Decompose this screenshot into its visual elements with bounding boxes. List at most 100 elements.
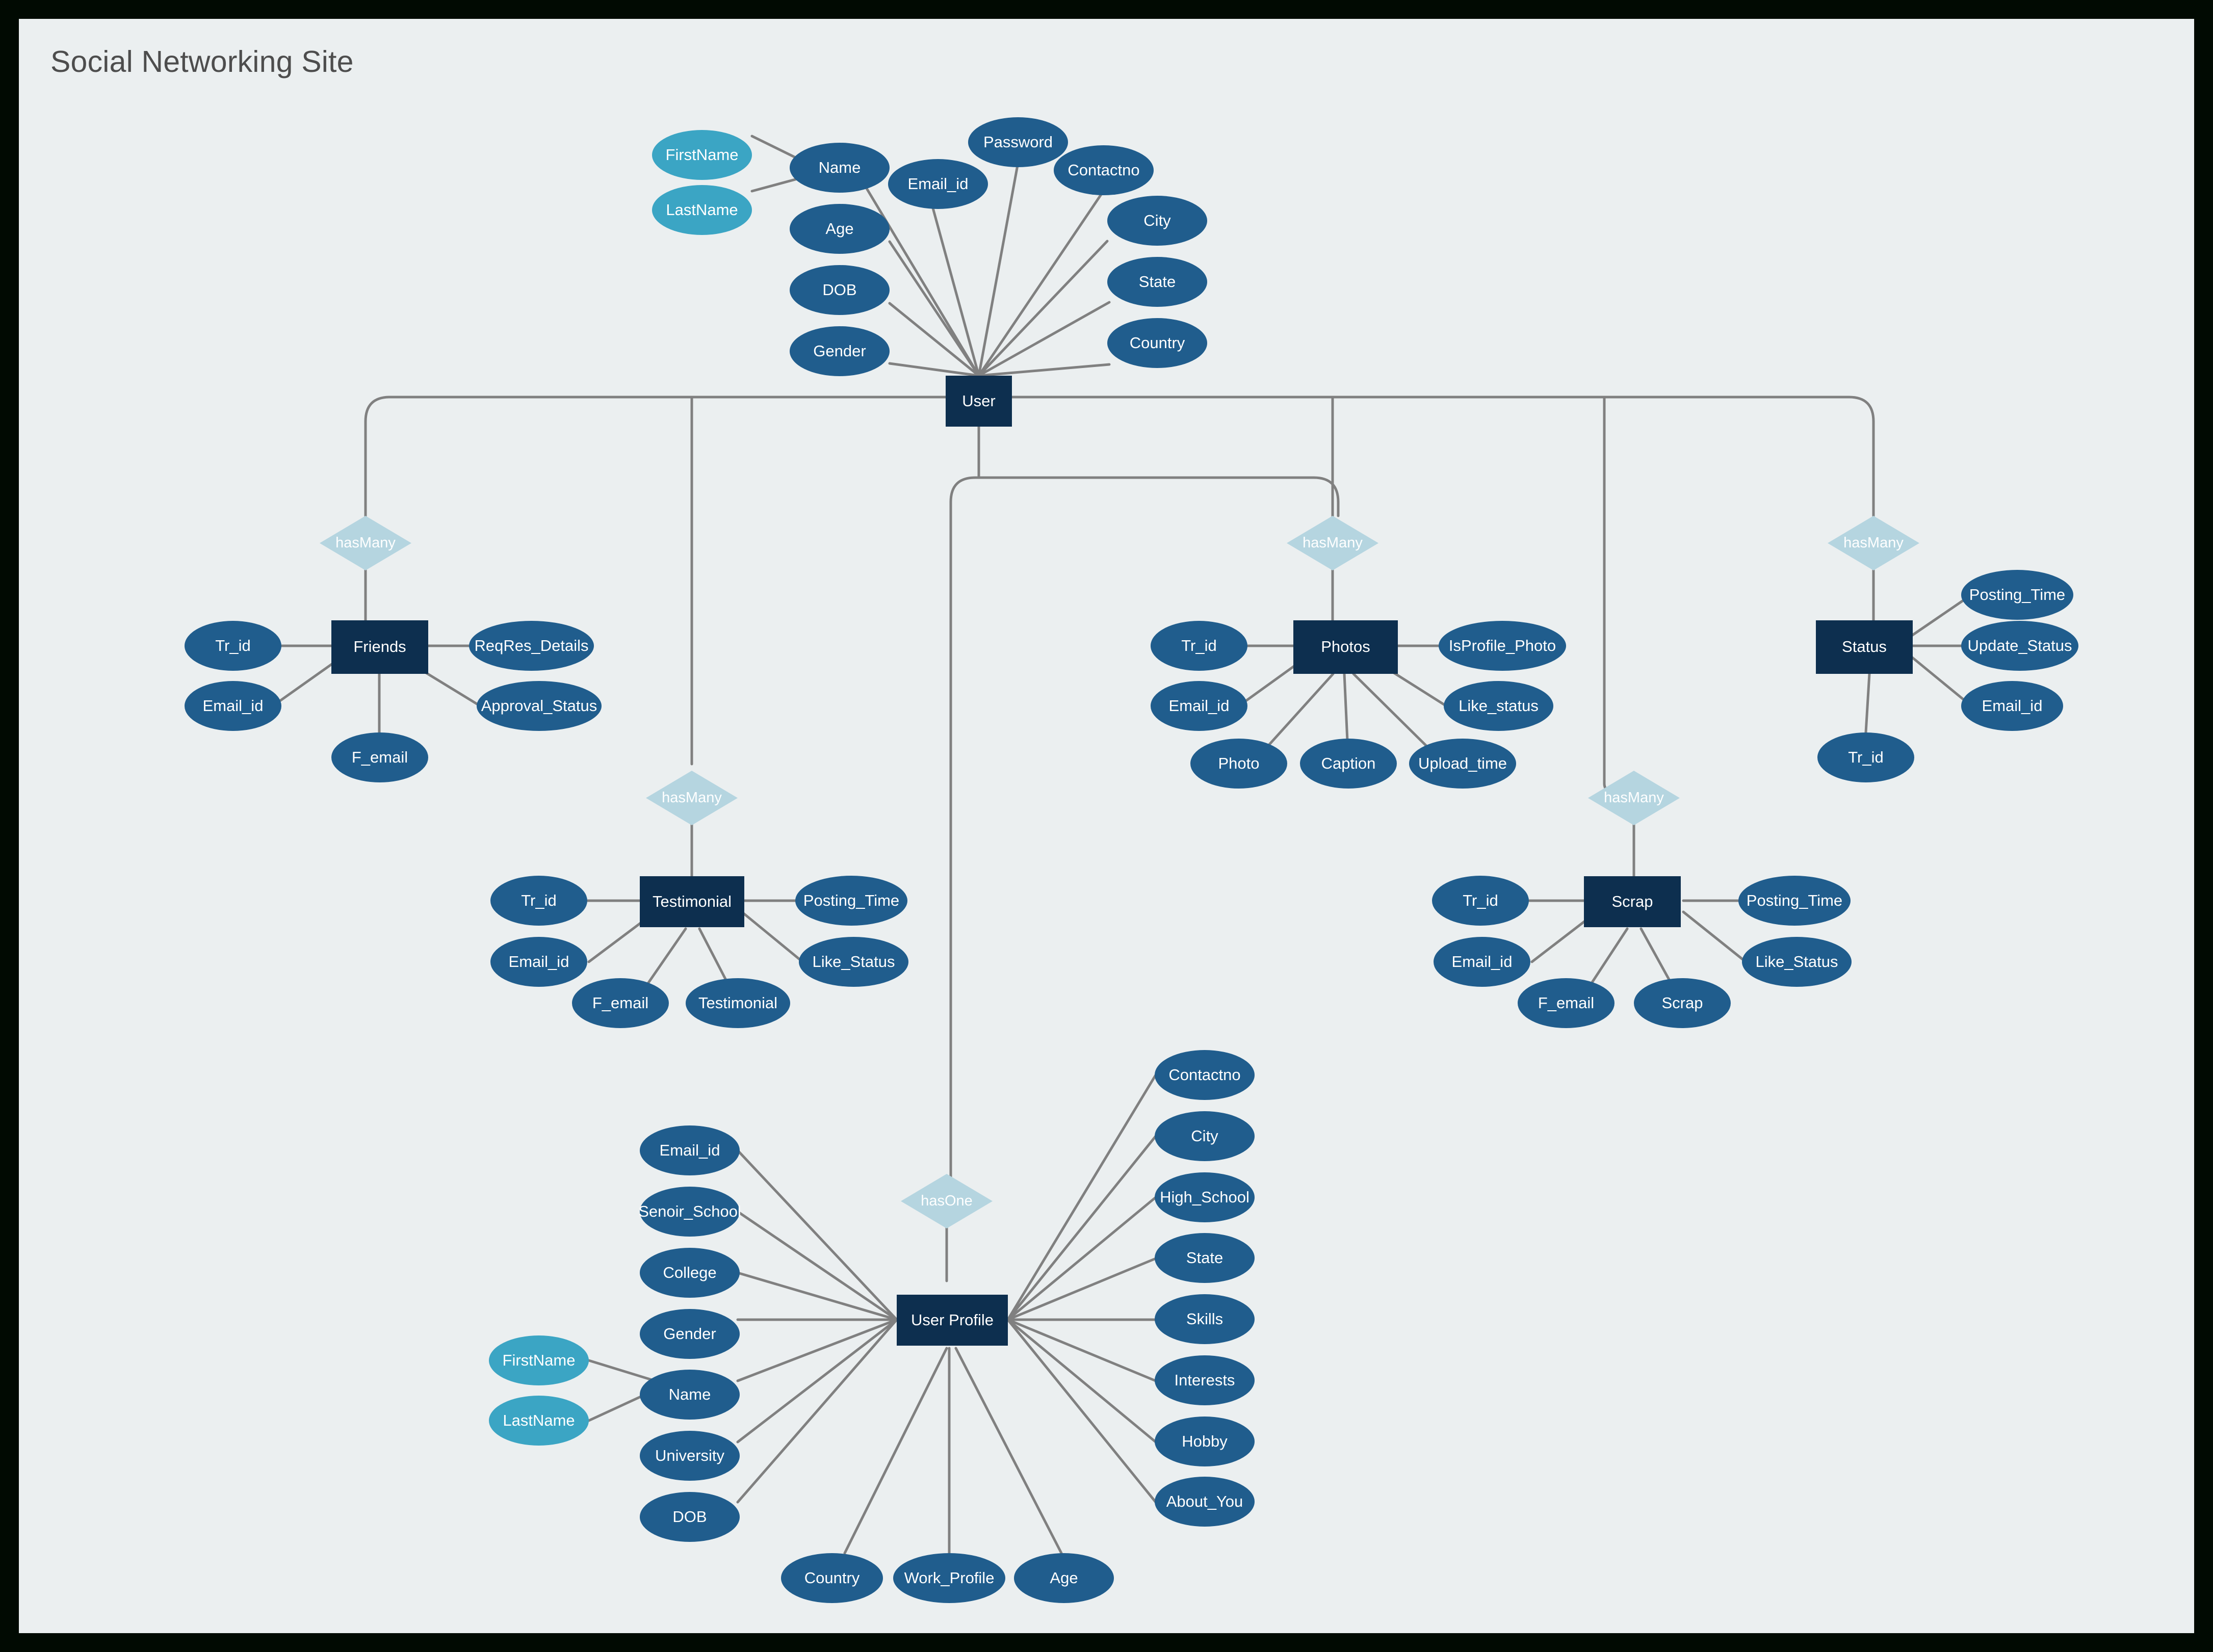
attribute-user-profile-hobby[interactable]: Hobby (1155, 1417, 1255, 1466)
node-label: Work_Profile (904, 1568, 995, 1587)
attribute-user-email-id[interactable]: Email_id (888, 159, 988, 209)
attribute-user-dob[interactable]: DOB (790, 265, 890, 315)
attribute-scrap-posting-time[interactable]: Posting_Time (1738, 876, 1851, 926)
attribute-user-profile-college[interactable]: College (640, 1248, 740, 1298)
attribute-user-profile-state[interactable]: State (1155, 1233, 1255, 1283)
entity-user-profile[interactable]: User Profile (897, 1295, 1008, 1346)
attribute-photos-tr-id[interactable]: Tr_id (1151, 621, 1247, 671)
entity-status[interactable]: Status (1816, 620, 1913, 674)
entity-user[interactable]: User (946, 376, 1012, 427)
attribute-testimonial-f-email[interactable]: F_email (572, 978, 669, 1028)
attribute-user-contactno[interactable]: Contactno (1054, 145, 1154, 195)
attribute-user-age[interactable]: Age (790, 204, 890, 254)
attribute-user-profile-gender[interactable]: Gender (640, 1309, 740, 1359)
attribute-user-city[interactable]: City (1107, 196, 1207, 246)
node-label: F_email (592, 993, 649, 1012)
attribute-friends-approval-status[interactable]: Approval_Status (477, 681, 602, 731)
connector-lines (270, 135, 1973, 1555)
attribute-friends-reqres-details[interactable]: ReqRes_Details (469, 621, 594, 671)
attribute-user-state[interactable]: State (1107, 257, 1207, 307)
attribute-status-posting-time[interactable]: Posting_Time (1961, 570, 2073, 620)
attribute-scrap-tr-id[interactable]: Tr_id (1432, 876, 1529, 926)
attribute-user-name[interactable]: Name (790, 143, 890, 193)
attribute-user-profile-email-id[interactable]: Email_id (640, 1125, 740, 1175)
relationship-label: hasMany (1604, 790, 1664, 806)
node-label: Approval_Status (481, 696, 597, 715)
attribute-testimonial-email-id[interactable]: Email_id (490, 937, 587, 987)
node-label: Scrap (1611, 892, 1653, 910)
entity-photos[interactable]: Photos (1293, 620, 1398, 674)
node-label: DOB (822, 280, 857, 299)
node-label: Name (818, 158, 861, 176)
node-label: Password (983, 133, 1053, 151)
relationship-user-has-many-status[interactable]: hasMany (1828, 516, 1919, 570)
attribute-testimonial-testimonial[interactable]: Testimonial (686, 978, 790, 1028)
attribute-photos-photo[interactable]: Photo (1190, 739, 1287, 789)
attribute-testimonial-posting-time[interactable]: Posting_Time (795, 876, 907, 926)
relationship-user-has-one-user-profile[interactable]: hasOne (901, 1174, 993, 1228)
node-label: Email_id (659, 1141, 720, 1159)
attribute-status-update-status[interactable]: Update_Status (1961, 621, 2078, 671)
attribute-user-profile-senoir-school[interactable]: Senoir_School (638, 1187, 741, 1237)
attribute-scrap-scrap[interactable]: Scrap (1634, 978, 1731, 1028)
node-label: Scrap (1661, 993, 1703, 1012)
node-label: Country (1129, 333, 1185, 352)
attribute-user-gender[interactable]: Gender (790, 326, 890, 376)
attribute-user-profile-dob[interactable]: DOB (640, 1492, 740, 1542)
attribute-user-profile-age[interactable]: Age (1014, 1553, 1114, 1603)
node-label: Tr_id (215, 636, 251, 654)
attribute-user-profile-name[interactable]: Name (640, 1370, 740, 1420)
node-label: Tr_id (1848, 748, 1884, 766)
attribute-status-email-id[interactable]: Email_id (1961, 681, 2063, 731)
attribute-photos-caption[interactable]: Caption (1300, 739, 1397, 789)
attribute-user-profile-interests[interactable]: Interests (1155, 1355, 1255, 1405)
attribute-status-tr-id[interactable]: Tr_id (1817, 732, 1914, 782)
node-label: Email_id (508, 952, 569, 971)
attribute-user-profile-high-school[interactable]: High_School (1155, 1172, 1255, 1222)
relationship-user-has-many-friends[interactable]: hasMany (320, 516, 411, 570)
attribute-user-password[interactable]: Password (968, 117, 1068, 167)
attribute-user-country[interactable]: Country (1107, 318, 1207, 368)
attribute-testimonial-like-status[interactable]: Like_Status (799, 937, 908, 987)
relationship-label: hasOne (921, 1193, 973, 1210)
relationship-user-has-many-scrap[interactable]: hasMany (1588, 771, 1680, 825)
attribute-scrap-email-id[interactable]: Email_id (1434, 937, 1530, 987)
node-label: Hobby (1182, 1432, 1228, 1450)
attribute-user-profile-work-profile[interactable]: Work_Profile (893, 1553, 1005, 1603)
node-label: Country (804, 1568, 860, 1587)
attribute-user-profile-university[interactable]: University (640, 1431, 740, 1481)
attribute-photos-isprofile-photo[interactable]: IsProfile_Photo (1439, 621, 1566, 671)
attribute-friends-tr-id[interactable]: Tr_id (185, 621, 281, 671)
attribute-user-profile-about-you[interactable]: About_You (1155, 1477, 1255, 1527)
node-label: Contactno (1168, 1065, 1241, 1084)
relationship-user-has-many-testimonial[interactable]: hasMany (646, 771, 738, 825)
node-label: User (962, 391, 996, 410)
node-label: Gender (813, 342, 866, 360)
node-label: City (1191, 1126, 1218, 1145)
node-label: High_School (1160, 1188, 1249, 1206)
attribute-user-profile-contactno[interactable]: Contactno (1155, 1050, 1255, 1100)
attribute-photos-email-id[interactable]: Email_id (1151, 681, 1247, 731)
node-label: FirstName (665, 145, 739, 164)
attribute-photos-like-status[interactable]: Like_status (1444, 681, 1553, 731)
attribute-testimonial-tr-id[interactable]: Tr_id (490, 876, 587, 926)
entity-friends[interactable]: Friends (331, 620, 428, 674)
attribute-friends-email-id[interactable]: Email_id (185, 681, 281, 731)
node-label: Senoir_School (638, 1202, 741, 1220)
attribute-user-profile-country[interactable]: Country (781, 1553, 883, 1603)
entity-scrap[interactable]: Scrap (1584, 876, 1681, 927)
attribute-user-profile-city[interactable]: City (1155, 1111, 1255, 1161)
attribute-user-profile-firstname[interactable]: FirstName (489, 1335, 589, 1385)
attribute-scrap-like-status[interactable]: Like_Status (1742, 937, 1852, 987)
attribute-scrap-f-email[interactable]: F_email (1518, 978, 1615, 1028)
attribute-user-lastname[interactable]: LastName (652, 185, 752, 235)
attribute-user-profile-skills[interactable]: Skills (1155, 1294, 1255, 1344)
entity-testimonial[interactable]: Testimonial (640, 876, 744, 927)
node-label: Like_Status (1755, 952, 1838, 971)
attribute-friends-f-email[interactable]: F_email (331, 732, 428, 782)
attribute-user-firstname[interactable]: FirstName (652, 130, 752, 180)
attribute-user-profile-lastname[interactable]: LastName (489, 1396, 589, 1446)
relationship-user-has-many-photos[interactable]: hasMany (1287, 516, 1378, 570)
node-label: Photo (1218, 754, 1260, 772)
attribute-photos-upload-time[interactable]: Upload_time (1409, 739, 1516, 789)
